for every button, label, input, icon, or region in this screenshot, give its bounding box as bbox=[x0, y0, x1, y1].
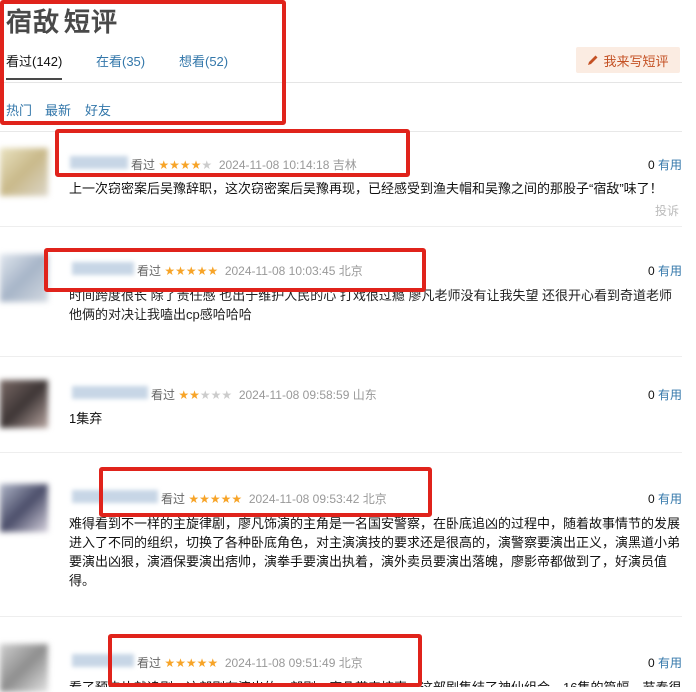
comment-meta: 看过 ★★★★★ 2024-11-08 09:51:49 北京 bbox=[137, 654, 363, 671]
active-tab-indicator bbox=[6, 78, 62, 80]
tab-watched[interactable]: 看过(142) bbox=[6, 51, 62, 70]
useful-button[interactable]: 0 有用 bbox=[648, 654, 682, 671]
useful-button[interactable]: 0 有用 bbox=[648, 386, 682, 403]
rating-stars: ★★★★★ bbox=[164, 264, 219, 278]
username[interactable] bbox=[72, 654, 134, 667]
comment-meta: 看过 ★★★★★ 2024-11-08 09:53:42 北京 bbox=[161, 490, 387, 507]
comment-time: 2024-11-08 09:58:59 bbox=[238, 388, 350, 402]
avatar[interactable] bbox=[0, 148, 48, 196]
username[interactable] bbox=[72, 386, 148, 399]
status-label: 看过 bbox=[161, 492, 186, 506]
status-label: 看过 bbox=[151, 388, 176, 402]
rating-stars: ★★★★★ bbox=[164, 656, 219, 670]
row-divider bbox=[0, 226, 682, 227]
sort-divider bbox=[0, 131, 682, 132]
comment-time: 2024-11-08 09:53:42 bbox=[248, 492, 360, 506]
comment-time: 2024-11-08 10:14:18 bbox=[218, 158, 330, 172]
status-label: 看过 bbox=[137, 656, 162, 670]
username[interactable] bbox=[70, 156, 128, 169]
avatar[interactable] bbox=[0, 254, 48, 302]
comment-text: 上一次窃密案后吴豫辞职，这次窃密案后吴豫再现，已经感受到渔夫帽和吴豫之间的那股子… bbox=[69, 181, 663, 196]
comment-meta: 看过 ★★★★★ 2024-11-08 10:03:45 北京 bbox=[137, 262, 363, 279]
rating-stars: ★★★★★ bbox=[188, 492, 243, 506]
comment-meta: 看过 ★★★★★ 2024-11-08 09:58:59 山东 bbox=[151, 386, 377, 403]
avatar[interactable] bbox=[0, 380, 48, 428]
tab-watching[interactable]: 在看(35) bbox=[96, 51, 145, 70]
title-sub: 短评 bbox=[64, 7, 119, 37]
useful-button[interactable]: 0 有用 bbox=[648, 156, 682, 173]
comment-location: 北京 bbox=[338, 656, 363, 670]
avatar[interactable] bbox=[0, 484, 48, 532]
comment-location: 北京 bbox=[362, 492, 387, 506]
comment-time: 2024-11-08 10:03:45 bbox=[224, 264, 336, 278]
comment-location: 北京 bbox=[338, 264, 363, 278]
comment-location: 山东 bbox=[352, 388, 377, 402]
rating-stars: ★★★★★ bbox=[178, 388, 233, 402]
useful-button[interactable]: 0 有用 bbox=[648, 262, 682, 279]
comment-text: 1集弃 bbox=[69, 411, 103, 426]
comment-text: 看了预告片就追剧，这部剧有演出的一部剧，廖凡带来惊喜，这部剧集结了神仙组合，16… bbox=[69, 678, 681, 687]
username[interactable] bbox=[72, 262, 134, 275]
tabs-divider bbox=[0, 82, 682, 83]
comment-location: 吉林 bbox=[332, 158, 357, 172]
status-label: 看过 bbox=[131, 158, 156, 172]
sort-friends[interactable]: 好友 bbox=[85, 100, 111, 119]
avatar[interactable] bbox=[0, 644, 48, 692]
row-divider bbox=[0, 616, 682, 617]
sort-latest[interactable]: 最新 bbox=[45, 100, 71, 119]
useful-button[interactable]: 0 有用 bbox=[648, 490, 682, 507]
comment-text: 时间跨度很长 除了责任感 也出于维护人民的心 打戏很过瘾 廖凡老师没有让我失望 … bbox=[69, 288, 673, 322]
comment-text: 难得看到不一样的主旋律剧，廖凡饰演的主角是一名国安警察，在卧底追凶的过程中，随着… bbox=[69, 516, 681, 588]
pencil-icon bbox=[588, 55, 598, 65]
rating-stars: ★★★★★ bbox=[158, 158, 213, 172]
username[interactable] bbox=[72, 490, 158, 503]
write-review-button[interactable]: 我来写短评 bbox=[576, 47, 680, 73]
sort-hot[interactable]: 热门 bbox=[6, 100, 32, 119]
write-review-label: 我来写短评 bbox=[603, 53, 669, 69]
tab-wish[interactable]: 想看(52) bbox=[179, 51, 228, 70]
comment-time: 2024-11-08 09:51:49 bbox=[224, 656, 336, 670]
title-main: 宿敌 bbox=[6, 7, 61, 37]
report-link[interactable]: 投诉 bbox=[655, 202, 679, 219]
comment-meta: 看过 ★★★★★ 2024-11-08 10:14:18 吉林 bbox=[131, 156, 357, 173]
row-divider bbox=[0, 452, 682, 453]
page-title: 宿敌 短评 bbox=[6, 2, 118, 39]
status-label: 看过 bbox=[137, 264, 162, 278]
row-divider bbox=[0, 356, 682, 357]
